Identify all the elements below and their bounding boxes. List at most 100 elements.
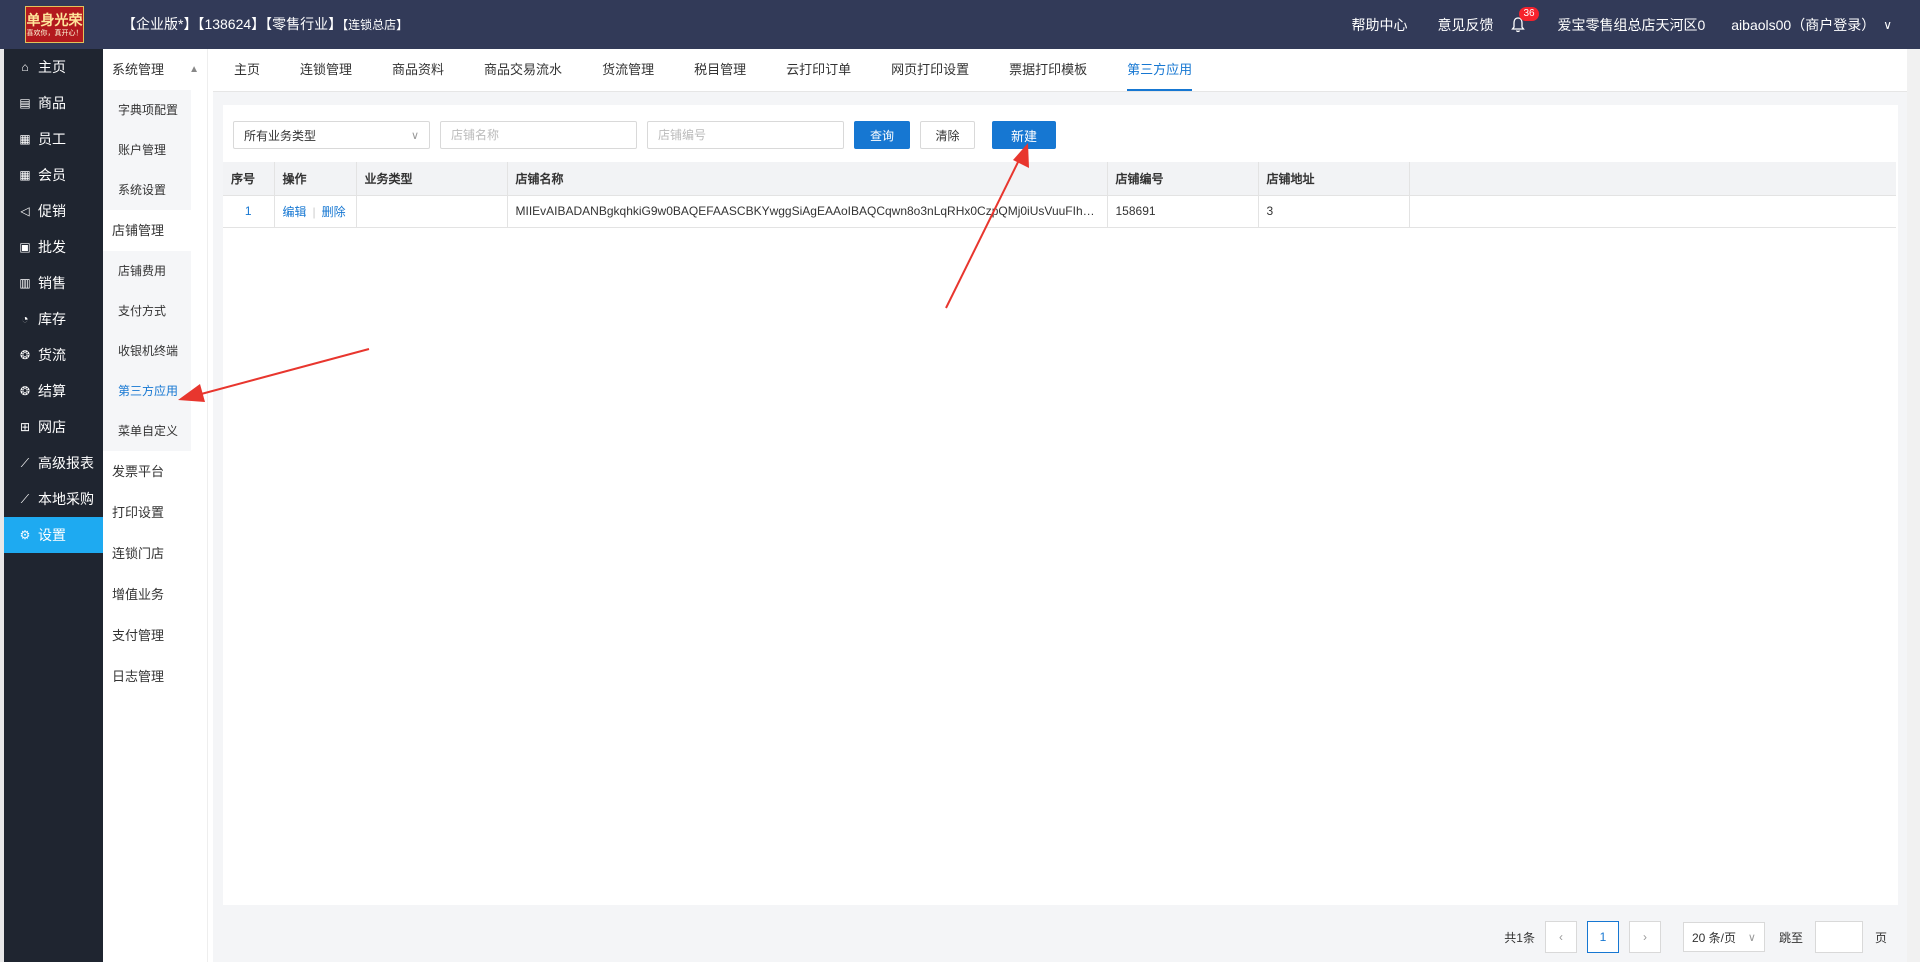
filter-toolbar: 所有业务类型 ∨ 查询 清除 新建 (233, 120, 1056, 150)
tab-web-print[interactable]: 网页打印设置 (891, 49, 969, 91)
subnav-item-account[interactable]: 账户管理 (103, 130, 191, 170)
nav-item-flow[interactable]: ❂ 货流 (4, 337, 103, 373)
subnav-group-print[interactable]: 打印设置 (103, 492, 207, 533)
subnav-group-payment[interactable]: 支付管理 (103, 615, 207, 656)
org-title: 【企业版*】【138624】【零售行业】【连锁总店】 (122, 16, 409, 32)
jump-label: 跳至 (1778, 930, 1803, 945)
cell-biz-type (356, 195, 508, 228)
shop-icon: ⊞ (19, 420, 31, 434)
page-size-select[interactable]: 20 条/页 ∨ (1682, 922, 1765, 952)
query-button[interactable]: 查询 (854, 121, 910, 149)
tab-goods-flow[interactable]: 商品交易流水 (484, 49, 562, 91)
subnav-item-system-settings[interactable]: 系统设置 (103, 170, 191, 210)
store-name-input[interactable] (440, 121, 637, 149)
col-address[interactable]: 店铺地址 (1258, 162, 1410, 196)
report-icon: ⟋ (20, 455, 30, 470)
cell-ops: 编辑 | 删除 (274, 195, 357, 228)
page-1-button[interactable]: 1 (1586, 921, 1619, 953)
store-no-input[interactable] (647, 121, 844, 149)
tab-goods-data[interactable]: 商品资料 (392, 49, 444, 91)
chevron-down-icon: ∨ (410, 129, 419, 142)
tab-third-party[interactable]: 第三方应用 (1127, 49, 1193, 91)
subnav-group-log[interactable]: 日志管理 (103, 656, 207, 697)
nav-item-stock[interactable]: ◔ 库存 (4, 301, 103, 337)
feedback-link[interactable]: 意见反馈 (1437, 15, 1493, 35)
subnav-item-menu-custom[interactable]: 菜单自定义 (103, 411, 191, 451)
help-center-link[interactable]: 帮助中心 (1351, 15, 1407, 35)
subnav-item-pos-terminal[interactable]: 收银机终端 (103, 331, 191, 371)
subnav-group-invoice[interactable]: 发票平台 (103, 451, 207, 492)
cell-address: 3 (1258, 195, 1410, 228)
nav-item-home[interactable]: ⌂ 主页 (4, 49, 103, 85)
delete-link[interactable]: 删除 (322, 205, 346, 219)
col-store-no[interactable]: 店铺编号 (1107, 162, 1259, 196)
goods-icon: ▤ (19, 96, 31, 110)
chevron-down-icon: ∨ (1747, 931, 1756, 944)
member-icon: ▦ (19, 168, 31, 182)
nav-item-shop[interactable]: ⊞ 网店 (4, 409, 103, 445)
nav-item-wholesale[interactable]: ▣ 批发 (4, 229, 103, 265)
subnav-item-store-fees[interactable]: 店铺费用 (103, 251, 191, 291)
biz-type-select[interactable]: 所有业务类型 ∨ (233, 121, 430, 149)
subnav-item-dict[interactable]: 字典项配置 (103, 90, 191, 130)
pagination: 共1条 ‹ 1 › 20 条/页 ∨ 跳至 页 (1504, 921, 1887, 953)
tab-bar: 主页 连锁管理 商品资料 商品交易流水 货流管理 税目管理 云打印订单 网页打印… (213, 49, 1907, 92)
main-nav: ⌂ 主页 ▤ 商品 ▦ 员工 ▦ 会员 ◁ 促销 ▣ 批发 ▥ 销售 ◔ 库存 ❂ 货流 ❂ 结算 … (4, 49, 103, 962)
col-biz-type[interactable]: 业务类型 (356, 162, 508, 196)
cell-no: 1 (223, 195, 275, 228)
jump-page-input[interactable] (1814, 921, 1863, 953)
flow-icon: ❂ (19, 348, 31, 362)
table-row[interactable]: 1 编辑 | 删除 MIIEvAIBADANBgkqhkiG9w0BAQEFAASC… (223, 195, 1896, 228)
table-header-row: 序号 操作 业务类型 店铺名称 店铺编号 店铺地址 (223, 162, 1896, 196)
main-content: 主页 连锁管理 商品资料 商品交易流水 货流管理 税目管理 云打印订单 网页打印… (213, 49, 1907, 962)
nav-item-settings[interactable]: ⚙ 设置 (4, 517, 103, 553)
next-page-button[interactable]: › (1628, 921, 1661, 953)
cell-store-name: MIIEvAIBADANBgkqhkiG9w0BAQEFAASCBKYwggSi… (507, 195, 1108, 228)
nav-item-promo[interactable]: ◁ 促销 (4, 193, 103, 229)
prev-page-button[interactable]: ‹ (1544, 921, 1577, 953)
nav-item-settle[interactable]: ❂ 结算 (4, 373, 103, 409)
tab-logistics[interactable]: 货流管理 (602, 49, 654, 91)
col-ops[interactable]: 操作 (274, 162, 357, 196)
home-icon: ⌂ (21, 60, 29, 74)
wholesale-icon: ▣ (19, 240, 31, 254)
tab-chain[interactable]: 连锁管理 (300, 49, 352, 91)
nav-item-member[interactable]: ▦ 会员 (4, 157, 103, 193)
user-menu[interactable]: aibaols00（商户登录） ∨ (1731, 15, 1892, 35)
nav-item-sales[interactable]: ▥ 销售 (4, 265, 103, 301)
nav-item-purchase[interactable]: ⟋ 本地采购 (4, 481, 103, 517)
chevron-up-icon: ▲ (189, 64, 199, 75)
subnav-item-third-party[interactable]: 第三方应用 (103, 371, 191, 411)
purchase-icon: ⟋ (20, 491, 30, 506)
new-button[interactable]: 新建 (992, 121, 1056, 149)
tab-tax[interactable]: 税目管理 (694, 49, 746, 91)
nav-item-goods[interactable]: ▤ 商品 (4, 85, 103, 121)
subnav-group-store[interactable]: 店铺管理 (103, 210, 207, 251)
tab-home[interactable]: 主页 (234, 49, 260, 91)
stock-icon: ◔ (21, 312, 29, 326)
page-scrollbar[interactable] (1907, 49, 1920, 962)
header-actions: 帮助中心 意见反馈 36 爱宝零售组总店天河区0 aibaols00（商户登录）… (1321, 0, 1892, 49)
notification-bell-icon[interactable]: 36 (1511, 6, 1539, 33)
notification-badge: 36 (1519, 6, 1539, 21)
clear-button[interactable]: 清除 (920, 121, 975, 149)
edit-link[interactable]: 编辑 (283, 205, 307, 219)
sales-icon: ▥ (19, 276, 31, 290)
third-party-table: 序号 操作 业务类型 店铺名称 店铺编号 店铺地址 1 编辑 | 删除 MIIEvA… (223, 162, 1896, 228)
tab-receipt-template[interactable]: 票据打印模板 (1009, 49, 1087, 91)
subnav-group-vas[interactable]: 增值业务 (103, 574, 207, 615)
col-store-name[interactable]: 店铺名称 (507, 162, 1108, 196)
subnav-group-system[interactable]: 系统管理 ▲ (103, 49, 207, 90)
cell-store-no: 158691 (1107, 195, 1259, 228)
current-store[interactable]: 爱宝零售组总店天河区0 (1557, 15, 1705, 35)
settle-icon: ❂ (19, 384, 31, 398)
promo-icon: ◁ (20, 204, 30, 218)
nav-item-staff[interactable]: ▦ 员工 (4, 121, 103, 157)
tab-cloud-print[interactable]: 云打印订单 (786, 49, 851, 91)
nav-item-report[interactable]: ⟋ 高级报表 (4, 445, 103, 481)
subnav-item-payment-methods[interactable]: 支付方式 (103, 291, 191, 331)
op-divider: | (312, 204, 316, 219)
col-no[interactable]: 序号 (223, 162, 275, 196)
brand-logo[interactable]: 单身光荣 喜欢你，真开心！ (25, 6, 84, 43)
subnav-group-chain[interactable]: 连锁门店 (103, 533, 207, 574)
